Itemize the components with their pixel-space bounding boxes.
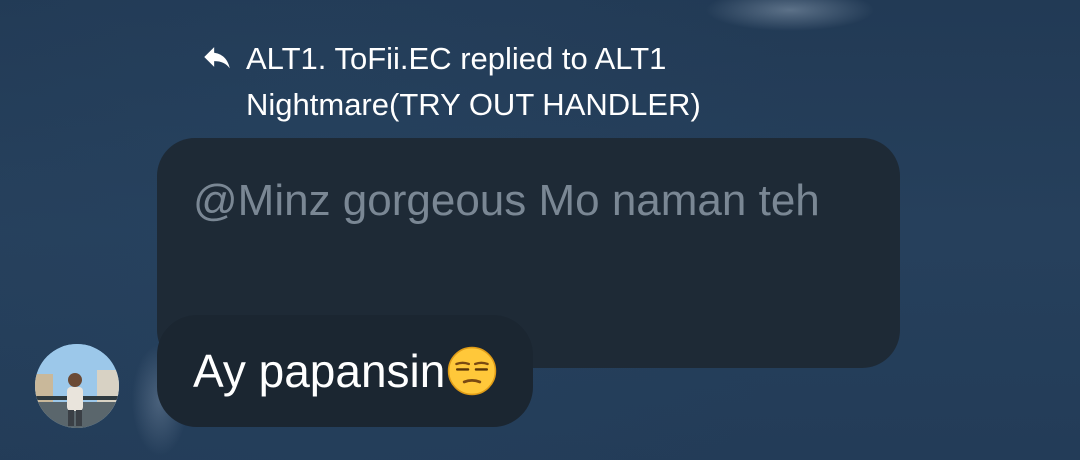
reply-header: ALT1. ToFii.EC replied to ALT1 Nightmare… (200, 36, 840, 128)
message-bubble[interactable]: Ay papansin (157, 315, 534, 427)
message-text: Ay papansin (193, 345, 446, 397)
avatar[interactable] (35, 344, 119, 428)
avatar-photo-icon (35, 344, 119, 428)
reply-arrow-icon (204, 47, 230, 69)
unamused-face-icon (448, 346, 497, 396)
quoted-message-text: @Minz gorgeous Mo naman teh (193, 176, 820, 225)
reply-label: ALT1. ToFii.EC replied to ALT1 Nightmare… (246, 41, 701, 122)
